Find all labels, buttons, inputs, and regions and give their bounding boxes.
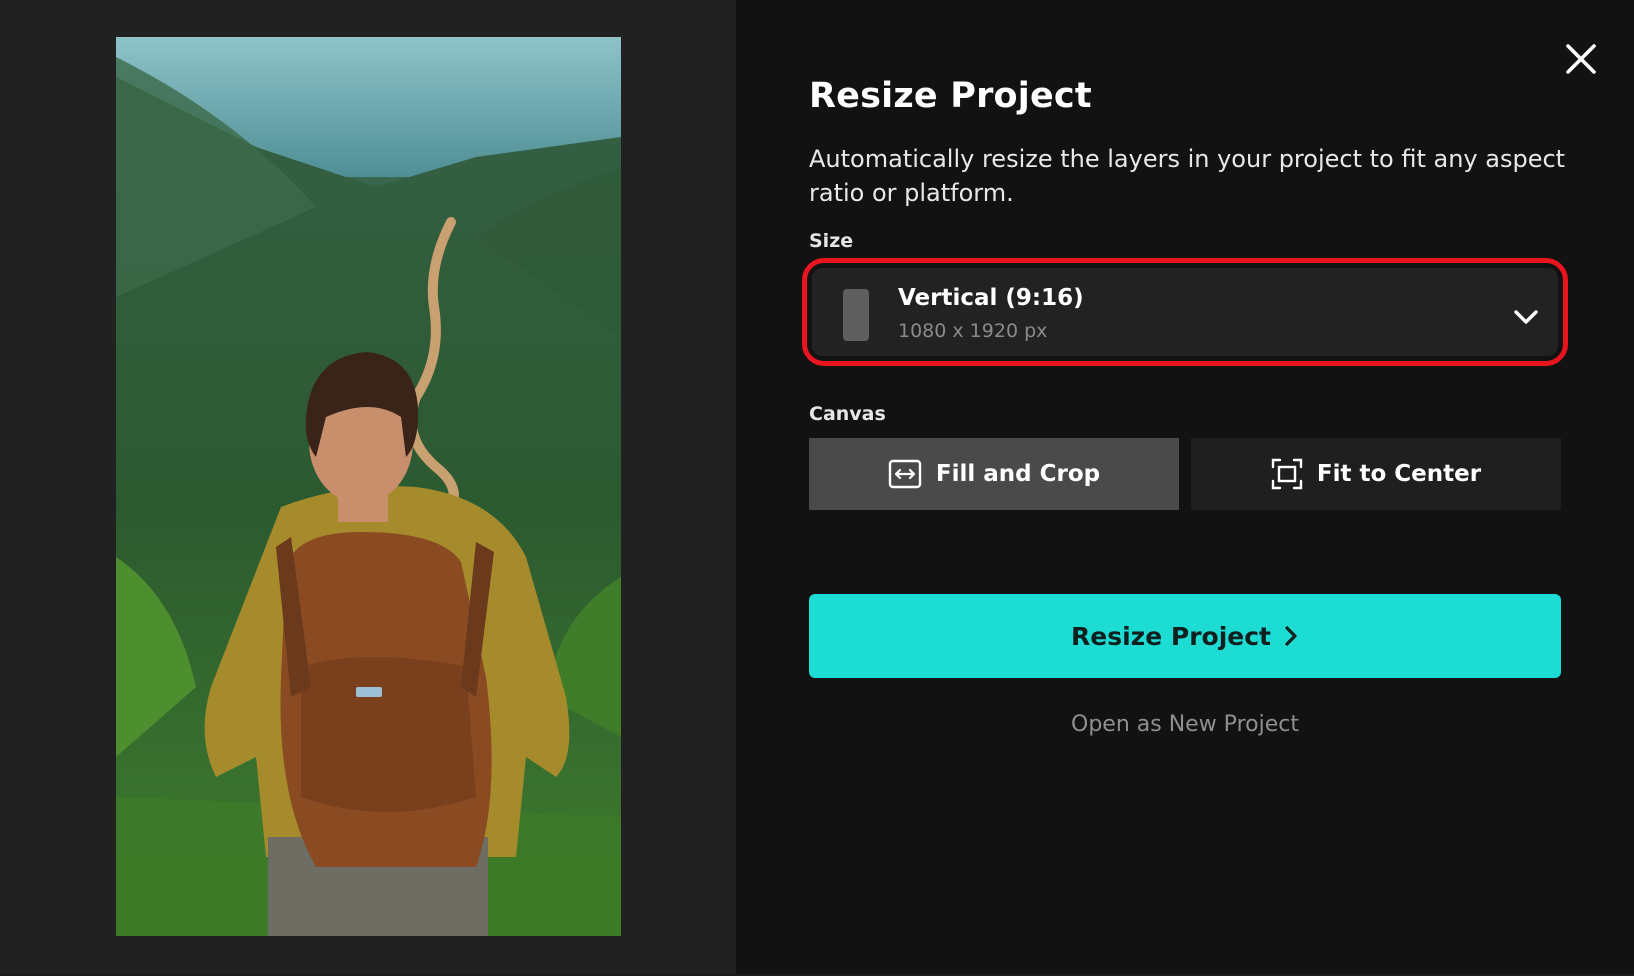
resize-project-button[interactable]: Resize Project xyxy=(809,594,1561,678)
chevron-right-icon xyxy=(1285,626,1297,646)
phone-portrait-icon xyxy=(843,289,869,341)
size-selected-dimensions: 1080 x 1920 px xyxy=(898,320,1048,342)
size-selected-title: Vertical (9:16) xyxy=(898,285,1084,311)
size-label: Size xyxy=(809,230,854,252)
fill-crop-icon xyxy=(888,459,922,489)
fill-and-crop-label: Fill and Crop xyxy=(935,461,1101,487)
chevron-down-icon[interactable] xyxy=(1512,303,1540,331)
canvas-label: Canvas xyxy=(809,403,886,425)
preview-image xyxy=(116,37,621,936)
dialog-title: Resize Project xyxy=(809,76,1092,116)
size-dropdown[interactable] xyxy=(812,268,1558,356)
open-as-new-project-link[interactable]: Open as New Project xyxy=(809,712,1561,737)
preview-pane xyxy=(0,0,736,974)
close-button[interactable] xyxy=(1562,40,1600,78)
fit-to-center-label: Fit to Center xyxy=(1316,461,1482,487)
close-icon xyxy=(1566,44,1596,74)
resize-project-label: Resize Project xyxy=(1071,621,1271,651)
dialog-description: Automatically resize the layers in your … xyxy=(809,145,1566,207)
fit-to-center-button[interactable]: Fit to Center xyxy=(1191,438,1561,510)
fill-and-crop-button[interactable]: Fill and Crop xyxy=(809,438,1179,510)
fit-center-icon xyxy=(1271,458,1303,490)
preview-illustration xyxy=(116,37,621,936)
resize-project-dialog: Resize Project Automatically resize the … xyxy=(0,0,1634,976)
